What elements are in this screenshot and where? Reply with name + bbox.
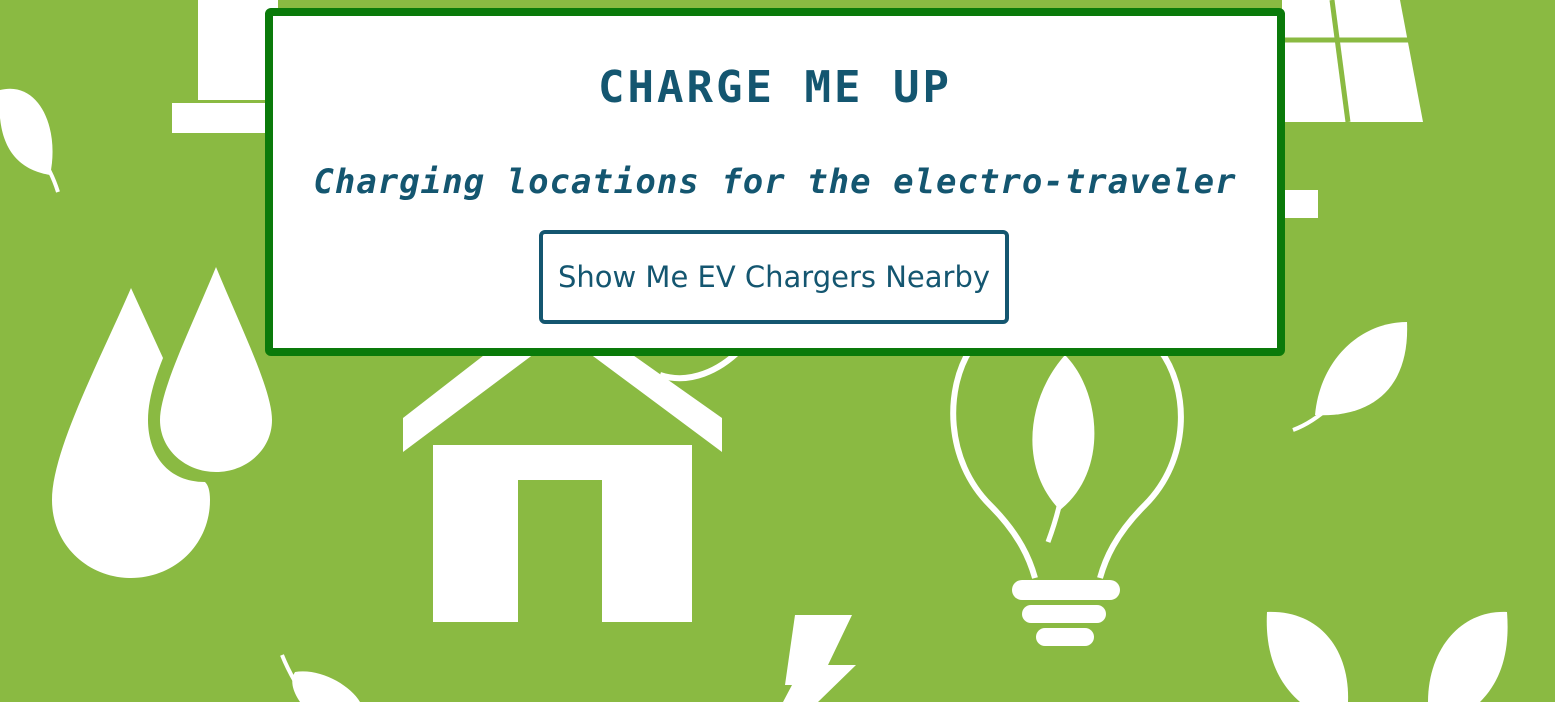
show-chargers-button[interactable]: Show Me EV Chargers Nearby: [539, 230, 1009, 324]
sprout-icon: [1266, 611, 1508, 702]
leaf-icon: [280, 654, 360, 702]
solar-panel-icon: [1282, 0, 1423, 218]
tagline: Charging locations for the electro-trave…: [313, 162, 1237, 202]
app-title: CHARGE ME UP: [598, 62, 952, 113]
leaf-icon: [1292, 322, 1408, 432]
leaf-icon: [0, 88, 60, 193]
hero-card: CHARGE ME UP Charging locations for the …: [265, 8, 1285, 356]
lightning-bolt-icon: [783, 615, 856, 702]
lightbulb-leaf-icon: [950, 348, 1184, 646]
water-drops-icon: [52, 267, 272, 578]
